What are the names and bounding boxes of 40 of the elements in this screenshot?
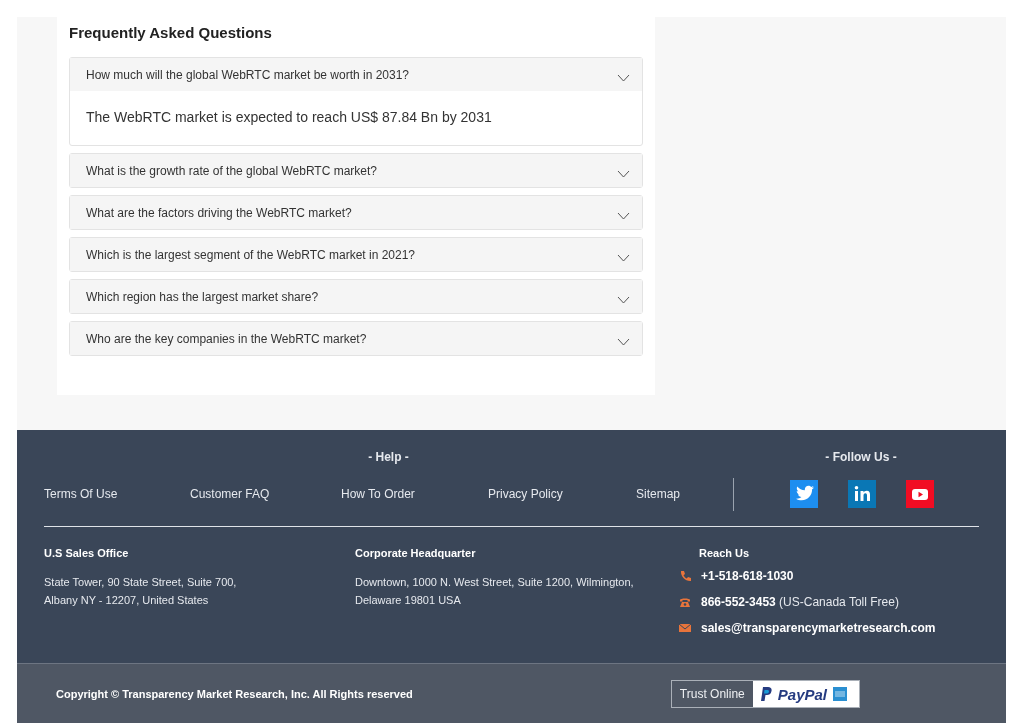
copyright-text: Copyright © Transparency Market Research, Inc. All Rights reserved [56, 688, 413, 700]
twitter-icon[interactable] [790, 480, 818, 508]
footer-link[interactable]: Sitemap [636, 487, 681, 501]
phone-number: 866-552-3453 (US-Canada Toll Free) [701, 595, 899, 609]
footer-link[interactable]: Customer FAQ [190, 487, 341, 501]
chevron-icon [617, 73, 630, 82]
footer-link[interactable]: Terms Of Use [44, 487, 190, 501]
faq-question[interactable]: Which is the largest segment of the WebRTC market in 2021? [70, 238, 642, 271]
phone-icon [679, 570, 691, 582]
chevron-icon [617, 169, 630, 178]
telephone-icon [679, 596, 691, 608]
chevron-icon [617, 211, 630, 220]
chevron-icon [617, 295, 630, 304]
faq-question[interactable]: Which region has the largest market share? [70, 280, 642, 313]
phone-number: +1-518-618-1030 [701, 569, 794, 583]
faq-answer: The WebRTC market is expected to reach US$ 87.84 Bn by 2031 [85, 108, 493, 127]
faq-question[interactable]: How much will the global WebRTC market be worth in 2031? [70, 58, 642, 91]
office-title: U.S Sales Office [44, 547, 130, 559]
help-heading: - Help - [367, 450, 410, 466]
youtube-icon[interactable] [906, 480, 934, 508]
paypal-logo: PayPal [777, 685, 827, 703]
card-icon [833, 687, 847, 701]
reach-title: Reach Us [699, 547, 751, 559]
envelope-icon [679, 622, 691, 634]
paypal-p-icon [760, 686, 772, 702]
follow-heading: - Follow Us - [824, 450, 898, 466]
trust-label: Trust Online [678, 686, 746, 703]
faq-question[interactable]: What are the factors driving the WebRTC market? [70, 196, 642, 229]
office-address: Downtown, 1000 N. West Street, Suite 1200, Wilmington, Delaware 19801 USA [355, 575, 635, 608]
faq-title: Frequently Asked Questions [69, 23, 273, 43]
footer-link[interactable]: Privacy Policy [488, 487, 636, 501]
footer-link[interactable]: How To Order [341, 487, 488, 501]
linkedin-icon[interactable] [848, 480, 876, 508]
email-link[interactable]: sales@transparencymarketresearch.com [701, 621, 936, 635]
faq-question[interactable]: Who are the key companies in the WebRTC market? [70, 322, 642, 355]
chevron-icon [617, 253, 630, 262]
office-address: State Tower, 90 State Street, Suite 700, Albany NY - 12207, United States [44, 575, 238, 608]
office-title: Corporate Headquarter [355, 547, 477, 559]
chevron-icon [617, 337, 630, 346]
faq-question[interactable]: What is the growth rate of the global WebRTC market? [70, 154, 642, 187]
